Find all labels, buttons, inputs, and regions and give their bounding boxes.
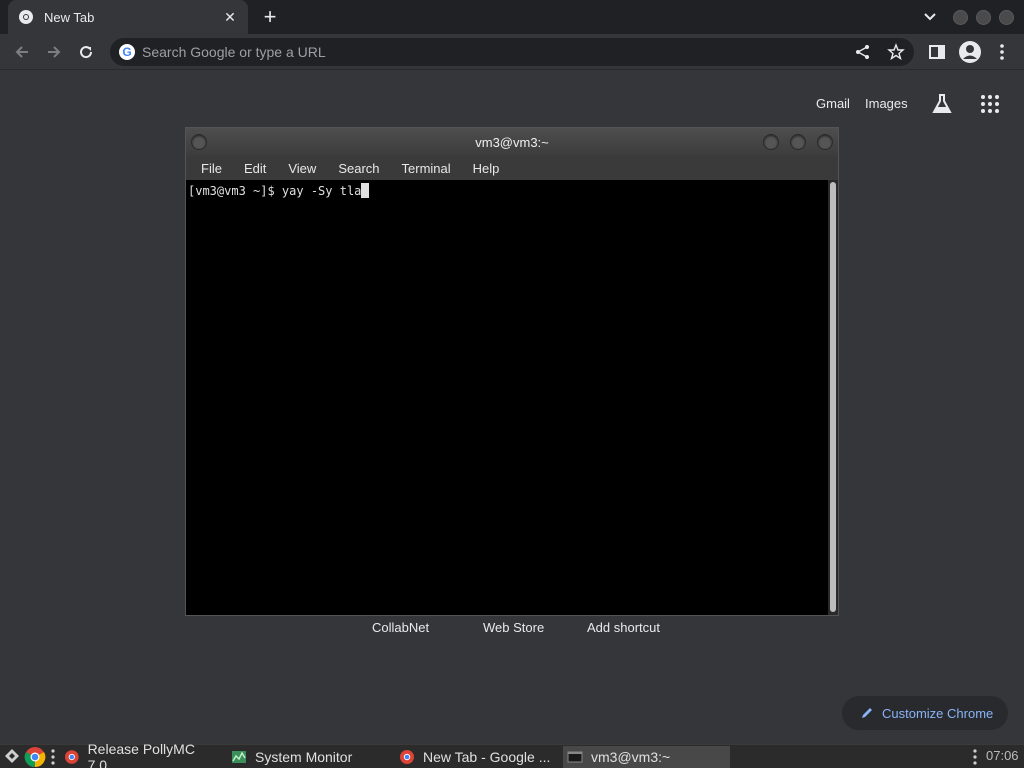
menu-help[interactable]: Help	[462, 161, 511, 176]
taskbar-clock[interactable]: 07:06	[986, 748, 1019, 763]
chrome-icon	[400, 750, 414, 764]
tab-title: New Tab	[44, 9, 95, 25]
system-monitor-icon	[232, 751, 246, 763]
customize-chrome-button[interactable]: Customize Chrome	[842, 696, 1008, 730]
new-tab-button[interactable]: +	[258, 5, 282, 29]
side-panel-icon[interactable]	[927, 42, 947, 62]
reload-icon[interactable]	[76, 42, 96, 62]
terminal-title: vm3@vm3:~	[475, 134, 549, 150]
menu-search[interactable]: Search	[327, 161, 390, 176]
terminal-scroll-thumb[interactable]	[830, 182, 836, 612]
app-menu-icon[interactable]	[4, 748, 20, 764]
terminal-menu-button[interactable]	[191, 134, 207, 150]
kebab-menu-icon[interactable]	[992, 42, 1012, 62]
customize-chrome-label: Customize Chrome	[882, 705, 994, 721]
terminal-close-button[interactable]	[817, 134, 833, 150]
tab-new-tab[interactable]: New Tab ✕	[8, 0, 248, 34]
menu-view[interactable]: View	[277, 161, 327, 176]
close-tab-icon[interactable]: ✕	[222, 9, 238, 25]
taskbar-item-label: Release PollyMC 7.0...	[87, 741, 195, 768]
terminal-cursor	[361, 183, 370, 198]
menu-file[interactable]: File	[190, 161, 233, 176]
chrome-icon	[19, 10, 33, 24]
apps-grid-icon[interactable]	[978, 92, 1002, 116]
shortcut-web-store[interactable]: Web Store	[483, 620, 544, 635]
forward-arrow-icon[interactable]	[44, 42, 64, 62]
menu-terminal[interactable]: Terminal	[391, 161, 462, 176]
browser-toolbar: G Search Google or type a URL	[0, 34, 1024, 70]
taskbar-item-label: New Tab - Google ...	[423, 749, 551, 765]
window-close-button[interactable]	[999, 10, 1014, 25]
terminal-prompt-line: [vm3@vm3 ~]$ yay -Sy tla	[188, 184, 362, 198]
taskbar-item-label: vm3@vm3:~	[591, 749, 671, 765]
terminal-titlebar[interactable]: vm3@vm3:~	[186, 128, 838, 156]
address-bar[interactable]: G Search Google or type a URL	[110, 38, 914, 66]
taskbar-item-new-tab[interactable]: New Tab - Google ...	[395, 746, 561, 768]
terminal-output[interactable]: [vm3@vm3 ~]$ yay -Sy tla	[186, 180, 828, 615]
google-g-icon: G	[119, 44, 135, 60]
terminal-window[interactable]: vm3@vm3:~ File Edit View Search Terminal…	[185, 127, 839, 616]
terminal-maximize-button[interactable]	[790, 134, 806, 150]
pencil-icon	[862, 708, 872, 718]
chevron-down-icon[interactable]	[920, 8, 940, 26]
taskbar-item-label: System Monitor	[255, 749, 353, 765]
shortcut-add[interactable]: Add shortcut	[587, 620, 660, 635]
taskbar-item-terminal[interactable]: vm3@vm3:~	[563, 746, 730, 768]
tab-strip: New Tab ✕ +	[0, 0, 1024, 34]
svg-text:G: G	[122, 45, 131, 59]
chrome-icon	[64, 750, 79, 764]
gmail-link[interactable]: Gmail	[816, 96, 850, 111]
separator-dots-icon	[51, 749, 55, 765]
terminal-minimize-button[interactable]	[763, 134, 779, 150]
taskbar: Release PollyMC 7.0... System Monitor Ne…	[0, 741, 1024, 768]
window-minimize-button[interactable]	[953, 10, 968, 25]
chrome-launcher-icon[interactable]	[24, 746, 46, 768]
terminal-menubar: File Edit View Search Terminal Help	[186, 156, 838, 180]
profile-avatar-icon[interactable]	[958, 40, 982, 64]
star-icon[interactable]	[887, 43, 905, 61]
taskbar-item-system-monitor[interactable]: System Monitor	[227, 746, 393, 768]
omnibox-placeholder: Search Google or type a URL	[142, 44, 326, 60]
shortcut-collabnet[interactable]: CollabNet	[372, 620, 429, 635]
labs-flask-icon[interactable]	[930, 92, 954, 116]
images-link[interactable]: Images	[865, 96, 908, 111]
share-icon[interactable]	[854, 43, 872, 61]
taskbar-item-pollymc[interactable]: Release PollyMC 7.0...	[60, 741, 226, 768]
window-maximize-button[interactable]	[976, 10, 991, 25]
tray-dots-icon[interactable]	[972, 748, 978, 766]
menu-edit[interactable]: Edit	[233, 161, 277, 176]
terminal-icon	[567, 751, 583, 763]
terminal-scrollbar[interactable]	[828, 180, 838, 615]
back-arrow-icon[interactable]	[12, 42, 32, 62]
